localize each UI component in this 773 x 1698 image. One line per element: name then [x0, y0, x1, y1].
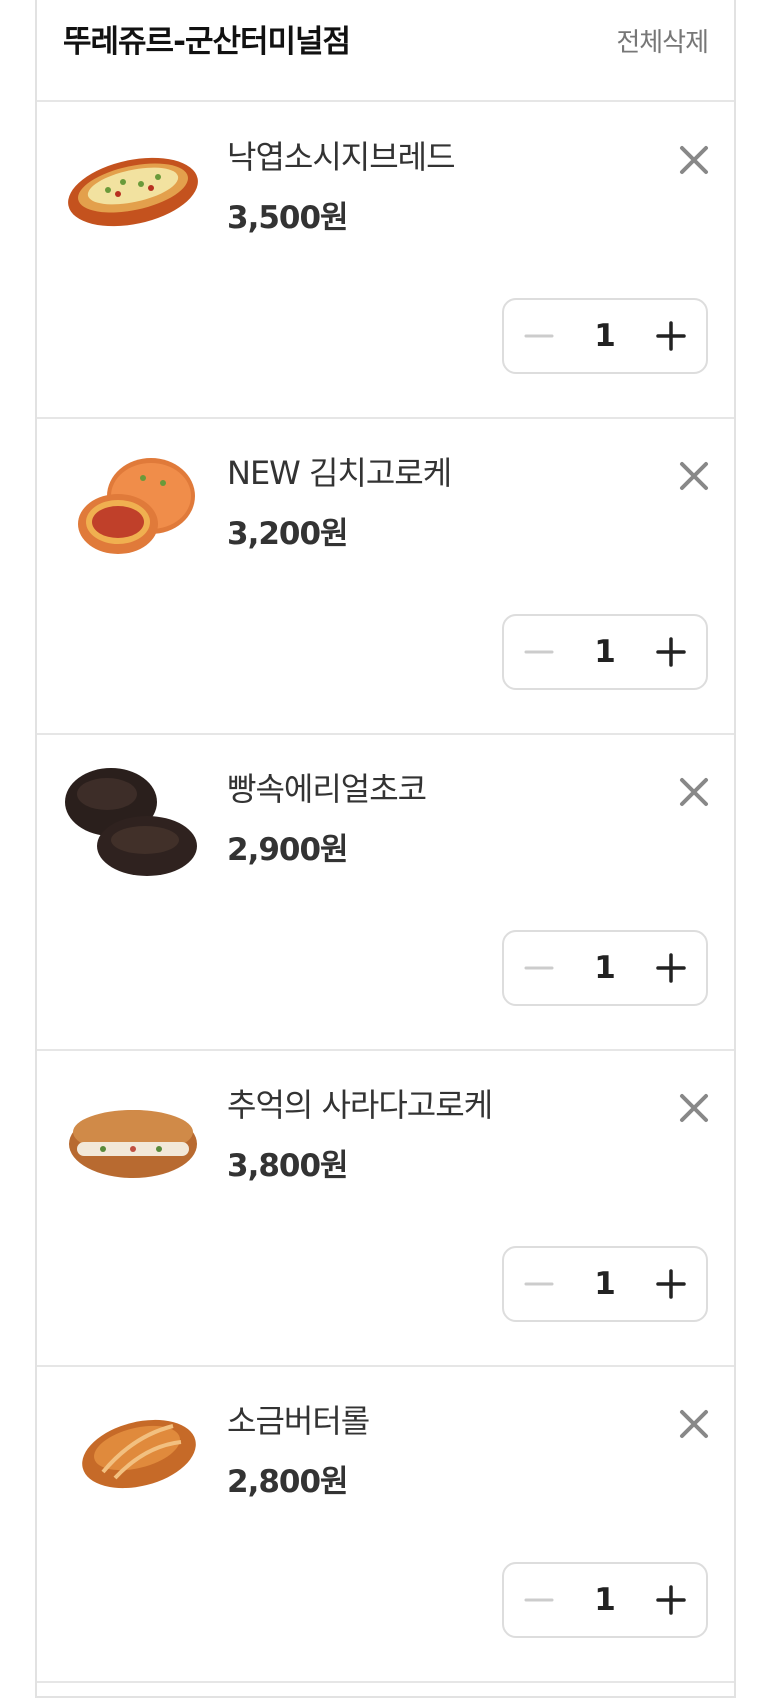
product-image [63, 438, 203, 578]
cart-card: 뚜레쥬르-군산터미널점 전체삭제 낙엽소시지브레드 3,500원 1 NEW 김… [35, 0, 736, 1698]
plus-icon[interactable] [636, 300, 706, 372]
minus-icon[interactable] [504, 1564, 574, 1636]
quantity-value: 1 [594, 634, 616, 670]
item-name: 소금버터롤 [227, 1402, 370, 1440]
plus-icon[interactable] [636, 616, 706, 688]
close-icon[interactable] [676, 458, 712, 494]
item-price: 3,200원 [227, 516, 349, 552]
quantity-value: 1 [594, 1266, 616, 1302]
quantity-stepper: 1 [502, 930, 708, 1006]
quantity-value: 1 [594, 950, 616, 986]
plus-icon[interactable] [636, 932, 706, 1004]
quantity-value: 1 [594, 318, 616, 354]
cart-item: NEW 김치고로케 3,200원 1 [37, 418, 734, 735]
close-icon[interactable] [676, 1090, 712, 1126]
cart-item: 소금버터롤 2,800원 1 [37, 1366, 734, 1683]
quantity-value: 1 [594, 1582, 616, 1618]
plus-icon[interactable] [636, 1564, 706, 1636]
plus-icon[interactable] [636, 1248, 706, 1320]
close-icon[interactable] [676, 142, 712, 178]
store-name: 뚜레쥬르-군산터미널점 [63, 24, 351, 60]
item-price: 3,500원 [227, 200, 349, 236]
kimchi-croquette-image [78, 458, 195, 554]
minus-icon[interactable] [504, 300, 574, 372]
chocolate-bread-image [65, 768, 197, 876]
product-image [63, 1386, 203, 1526]
product-image [63, 754, 203, 894]
item-price: 2,800원 [227, 1464, 349, 1500]
item-name: NEW 김치고로케 [227, 454, 452, 492]
item-name: 빵속에리얼초코 [227, 770, 427, 808]
cart-header: 뚜레쥬르-군산터미널점 전체삭제 [37, 0, 734, 102]
minus-icon[interactable] [504, 932, 574, 1004]
salad-croquette-image [69, 1110, 197, 1178]
quantity-stepper: 1 [502, 1246, 708, 1322]
quantity-stepper: 1 [502, 298, 708, 374]
quantity-stepper: 1 [502, 1562, 708, 1638]
item-name: 추억의 사라다고로케 [227, 1086, 493, 1124]
cart-item: 낙엽소시지브레드 3,500원 1 [37, 102, 734, 419]
cart-item: 빵속에리얼초코 2,900원 1 [37, 734, 734, 1051]
cart-item: 추억의 사라다고로케 3,800원 1 [37, 1050, 734, 1367]
delete-all-button[interactable]: 전체삭제 [616, 22, 709, 59]
minus-icon[interactable] [504, 1248, 574, 1320]
sausage-bread-image [68, 157, 198, 227]
item-price: 2,900원 [227, 832, 349, 868]
quantity-stepper: 1 [502, 614, 708, 690]
close-icon[interactable] [676, 774, 712, 810]
item-name: 낙엽소시지브레드 [227, 138, 456, 176]
product-image [63, 1070, 203, 1210]
close-icon[interactable] [676, 1406, 712, 1442]
minus-icon[interactable] [504, 616, 574, 688]
item-price: 3,800원 [227, 1148, 349, 1184]
product-image [63, 122, 203, 262]
salt-butter-roll-image [82, 1419, 196, 1489]
